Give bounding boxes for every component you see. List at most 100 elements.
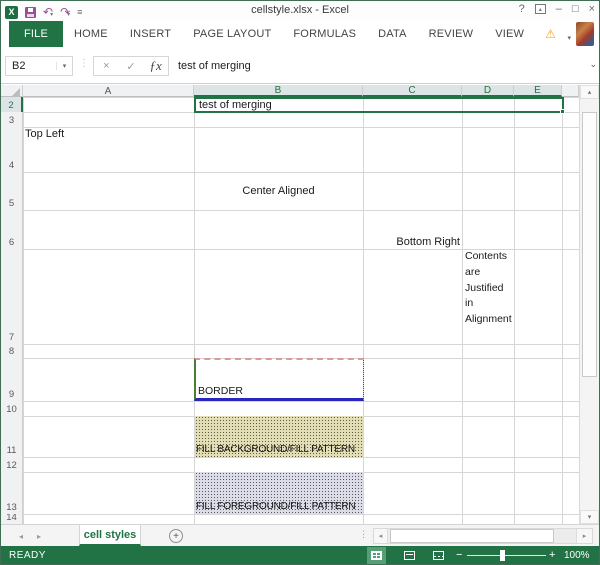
- page-layout-view-button[interactable]: [400, 547, 419, 564]
- formula-bar-buttons: × ✓ ƒx: [93, 56, 169, 76]
- formula-bar-separator: ⋮: [79, 58, 89, 69]
- quick-access-toolbar: X ↶▾ ↷▾ ≡: [5, 3, 82, 21]
- zoom-in-button[interactable]: +: [549, 549, 555, 561]
- zoom-out-button[interactable]: −: [456, 549, 462, 561]
- cell-b2-value: test of merging: [199, 99, 272, 111]
- horizontal-scrollbar-thumb[interactable]: [390, 529, 554, 543]
- row-header-9[interactable]: 9: [1, 358, 23, 401]
- user-avatar[interactable]: [576, 22, 594, 46]
- cell-a4[interactable]: Top Left: [25, 128, 185, 142]
- excel-app-icon[interactable]: X: [5, 5, 18, 19]
- account-caret-icon[interactable]: ▾: [567, 34, 571, 42]
- help-button[interactable]: ?: [519, 3, 525, 15]
- maximize-button[interactable]: □: [572, 3, 579, 15]
- zoom-slider-thumb[interactable]: [500, 550, 505, 561]
- row-header-5[interactable]: 5: [1, 172, 23, 210]
- window-title: cellstyle.xlsx - Excel: [251, 4, 349, 16]
- zoom-level[interactable]: 100%: [564, 550, 590, 561]
- new-sheet-button[interactable]: +: [169, 529, 183, 543]
- column-header-e[interactable]: E: [514, 85, 562, 97]
- save-icon[interactable]: [25, 6, 36, 18]
- redo-button[interactable]: ↷▾: [60, 3, 70, 21]
- close-button[interactable]: ×: [589, 3, 595, 15]
- row-header-3[interactable]: 3: [1, 112, 23, 127]
- name-box[interactable]: B2 ▾: [5, 56, 73, 76]
- expand-formula-bar-icon[interactable]: ⌄: [589, 59, 597, 70]
- tab-home[interactable]: HOME: [63, 21, 119, 47]
- cell-b11-fill-background[interactable]: FILL BACKGROUND/FILL PATTERN: [195, 416, 363, 457]
- sheet-bar-separator: ⋮: [359, 529, 368, 539]
- column-headers: A B C D E: [1, 85, 579, 97]
- row-header-4[interactable]: 4: [1, 127, 23, 172]
- redo-caret-icon[interactable]: ▾: [67, 12, 70, 18]
- row-header-10[interactable]: 10: [1, 401, 23, 416]
- cancel-button[interactable]: ×: [94, 57, 119, 75]
- row-header-6[interactable]: 6: [1, 210, 23, 249]
- formula-input[interactable]: test of merging: [171, 56, 585, 76]
- cell-b5[interactable]: Center Aligned: [194, 172, 363, 210]
- page-break-view-icon: [433, 551, 444, 560]
- cell-b13-fill-foreground[interactable]: FILL FOREGROUND/FILL PATTERN: [195, 472, 363, 514]
- title-bar: X ↶▾ ↷▾ ≡ cellstyle.xlsx - Excel ? ▴ – □…: [1, 1, 599, 21]
- scroll-up-icon[interactable]: ▴: [580, 85, 599, 99]
- warning-icon[interactable]: ⚠: [545, 21, 556, 47]
- column-header-f-partial[interactable]: [562, 85, 579, 97]
- scroll-left-icon[interactable]: ◂: [374, 529, 388, 543]
- horizontal-scrollbar[interactable]: ◂ ▸: [373, 528, 593, 544]
- zoom-slider-track[interactable]: [467, 555, 546, 556]
- tab-file[interactable]: FILE: [9, 21, 64, 47]
- row-header-14[interactable]: 14: [1, 514, 23, 524]
- cell-c6[interactable]: Bottom Right: [363, 210, 462, 249]
- normal-view-icon: [371, 551, 382, 560]
- row-header-8[interactable]: 8: [1, 344, 23, 358]
- vertical-scrollbar-thumb[interactable]: [582, 112, 597, 377]
- cell-b9-border[interactable]: BORDER: [194, 358, 364, 401]
- sheet-nav-right-icon[interactable]: ▸: [37, 532, 41, 541]
- worksheet-grid: A B C D E 2 3 4 5 6 7 8 9 10 11 12 13 14…: [1, 85, 599, 524]
- page-break-view-button[interactable]: [429, 547, 448, 564]
- column-header-c[interactable]: C: [363, 85, 462, 97]
- normal-view-button[interactable]: [367, 547, 386, 564]
- tab-view[interactable]: VIEW: [484, 21, 535, 47]
- row-header-12[interactable]: 12: [1, 457, 23, 472]
- row-header-7[interactable]: 7: [1, 249, 23, 344]
- minimize-button[interactable]: –: [556, 3, 562, 15]
- sheet-tab-cell-styles[interactable]: cell styles: [79, 525, 141, 546]
- tab-page-layout[interactable]: PAGE LAYOUT: [182, 21, 282, 47]
- undo-button[interactable]: ↶▾: [43, 3, 53, 21]
- scroll-right-icon[interactable]: ▸: [576, 529, 592, 543]
- ribbon-display-options-icon[interactable]: ▴: [534, 4, 546, 14]
- tab-formulas[interactable]: FORMULAS: [282, 21, 367, 47]
- undo-caret-icon[interactable]: ▾: [50, 12, 53, 18]
- column-header-b[interactable]: B: [194, 85, 363, 97]
- cell-d7[interactable]: Contents are Justified in Alignment: [463, 249, 514, 344]
- name-box-caret-icon[interactable]: ▾: [56, 62, 72, 70]
- sheet-tab-bar: ◂ ▸ cell styles + ⋮ ◂ ▸: [1, 524, 599, 546]
- selected-cell-b2[interactable]: test of merging: [194, 97, 565, 114]
- column-header-a[interactable]: A: [23, 85, 194, 97]
- sheet-nav-left-icon[interactable]: ◂: [19, 532, 23, 541]
- insert-function-icon[interactable]: ƒx: [143, 57, 168, 75]
- row-header-13[interactable]: 13: [1, 472, 23, 514]
- scroll-down-icon[interactable]: ▾: [580, 510, 599, 524]
- page-layout-view-icon: [404, 551, 415, 560]
- excel-window: X ↶▾ ↷▾ ≡ cellstyle.xlsx - Excel ? ▴ – □…: [0, 0, 600, 565]
- ribbon-tab-bar: FILE HOME INSERT PAGE LAYOUT FORMULAS DA…: [1, 21, 599, 47]
- sheet-navigation: ◂ ▸: [19, 525, 41, 547]
- window-controls: ? ▴ – □ ×: [519, 3, 595, 15]
- status-bar: READY − + 100%: [1, 546, 599, 564]
- vertical-scrollbar[interactable]: ▴ ▾: [579, 85, 599, 524]
- tab-insert[interactable]: INSERT: [119, 21, 182, 47]
- fill-handle[interactable]: [560, 109, 565, 114]
- tab-review[interactable]: REVIEW: [418, 21, 485, 47]
- select-all-corner[interactable]: [1, 85, 23, 97]
- customize-qat-icon[interactable]: ≡: [77, 7, 82, 17]
- enter-button[interactable]: ✓: [119, 57, 144, 75]
- row-header-11[interactable]: 11: [1, 416, 23, 457]
- row-header-2[interactable]: 2: [1, 97, 23, 112]
- status-mode: READY: [9, 550, 46, 561]
- tab-data[interactable]: DATA: [367, 21, 418, 47]
- column-header-d[interactable]: D: [462, 85, 514, 97]
- formula-bar: B2 ▾ ⋮ × ✓ ƒx test of merging ⌄: [1, 47, 599, 84]
- name-box-value: B2: [12, 60, 26, 72]
